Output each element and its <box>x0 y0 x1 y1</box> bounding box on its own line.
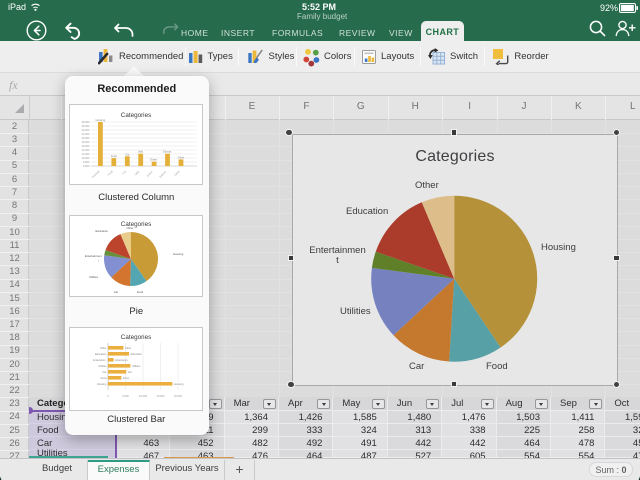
svg-text:26,000: 26,000 <box>82 124 90 128</box>
svg-text:28,000: 28,000 <box>82 120 90 124</box>
svg-text:Food: Food <box>101 376 107 380</box>
svg-text:22,000: 22,000 <box>82 132 90 136</box>
svg-text:16,000: 16,000 <box>82 144 90 148</box>
svg-text:Categories: Categories <box>121 112 151 119</box>
svg-text:Utilit.: Utilit. <box>134 169 141 176</box>
svg-text:Entertainm.: Entertainm. <box>115 358 129 362</box>
svg-text:Utilit.: Utilit. <box>138 149 144 153</box>
svg-text:Food: Food <box>137 290 144 294</box>
svg-text:Car: Car <box>128 370 132 374</box>
svg-text:10,000: 10,000 <box>139 394 147 398</box>
svg-text:5,000: 5,000 <box>123 394 130 398</box>
svg-text:Utilities: Utilities <box>89 275 99 279</box>
svg-text:Education: Education <box>96 229 109 233</box>
svg-text:Car: Car <box>122 169 128 175</box>
svg-text:Utilities: Utilities <box>132 364 141 368</box>
svg-text:t: t <box>99 258 100 262</box>
svg-text:Entertainmen: Entertainmen <box>85 254 102 258</box>
svg-text:Car: Car <box>126 152 130 156</box>
svg-text:20,000: 20,000 <box>82 136 90 140</box>
svg-text:Other: Other <box>178 155 185 159</box>
svg-text:Educat.: Educat. <box>159 169 168 178</box>
svg-text:12,000: 12,000 <box>82 152 90 156</box>
svg-text:Food: Food <box>107 168 114 175</box>
svg-text:Housing: Housing <box>91 168 101 178</box>
svg-text:0: 0 <box>108 394 110 398</box>
svg-text:18,000: 18,000 <box>82 140 90 144</box>
svg-text:8,000: 8,000 <box>83 160 90 164</box>
svg-text:24,000: 24,000 <box>82 128 90 132</box>
svg-text:14,000: 14,000 <box>82 148 90 152</box>
svg-text:Car: Car <box>103 370 107 374</box>
svg-text:Categories: Categories <box>121 334 151 341</box>
svg-text:Car: Car <box>114 290 119 294</box>
svg-text:Educat.: Educat. <box>163 149 172 153</box>
svg-text:Other: Other <box>100 346 107 350</box>
svg-text:Housing: Housing <box>174 382 184 386</box>
svg-text:Other: Other <box>125 346 132 350</box>
svg-text:Education: Education <box>95 352 107 356</box>
svg-text:10,000: 10,000 <box>82 156 90 160</box>
svg-text:Other: Other <box>127 226 134 230</box>
svg-text:Categories: Categories <box>121 221 151 228</box>
svg-text:Entert.: Entert. <box>151 157 159 161</box>
svg-text:Entert.: Entert. <box>146 169 154 177</box>
svg-text:Utilities: Utilities <box>98 364 107 368</box>
svg-text:Entertainm.: Entertainm. <box>94 358 108 362</box>
svg-text:Food: Food <box>123 376 129 380</box>
svg-text:15,000: 15,000 <box>157 394 165 398</box>
svg-text:Housing: Housing <box>97 382 107 386</box>
svg-text:Housing: Housing <box>96 118 106 122</box>
svg-text:Food: Food <box>111 154 117 158</box>
svg-text:6,000: 6,000 <box>83 164 90 168</box>
svg-text:20,000: 20,000 <box>174 394 182 398</box>
svg-text:Education: Education <box>131 352 143 356</box>
svg-text:Other: Other <box>174 169 182 177</box>
svg-text:Housing: Housing <box>173 252 184 256</box>
